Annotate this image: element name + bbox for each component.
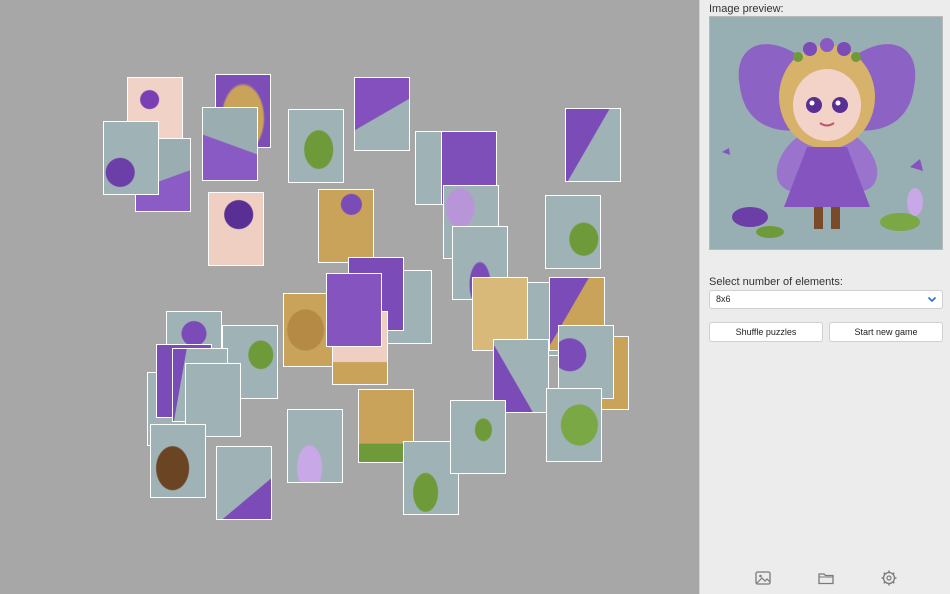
- image-icon[interactable]: [754, 569, 772, 587]
- puzzle-piece[interactable]: [450, 400, 506, 474]
- puzzle-piece[interactable]: [208, 192, 264, 266]
- elements-select[interactable]: 8x6: [709, 290, 943, 309]
- side-panel: Image preview: Select number of elements…: [699, 0, 950, 594]
- puzzle-piece[interactable]: [565, 108, 621, 182]
- gear-icon[interactable]: [880, 569, 898, 587]
- shuffle-button[interactable]: Shuffle puzzles: [709, 322, 823, 342]
- elements-label: Select number of elements:: [709, 276, 843, 288]
- chevron-down-icon: [927, 296, 937, 303]
- puzzle-piece[interactable]: [103, 121, 159, 195]
- puzzle-piece[interactable]: [318, 189, 374, 263]
- puzzle-piece[interactable]: [150, 424, 206, 498]
- preview-label: Image preview:: [709, 3, 784, 15]
- start-new-game-button[interactable]: Start new game: [829, 322, 943, 342]
- elements-select-value: 8x6: [716, 294, 731, 304]
- image-preview: [709, 16, 943, 250]
- puzzle-piece[interactable]: [202, 107, 258, 181]
- puzzle-piece[interactable]: [287, 409, 343, 483]
- puzzle-piece[interactable]: [354, 77, 410, 151]
- puzzle-board[interactable]: [0, 0, 699, 594]
- folder-icon[interactable]: [817, 569, 835, 587]
- puzzle-piece[interactable]: [326, 273, 382, 347]
- puzzle-piece[interactable]: [288, 109, 344, 183]
- puzzle-piece[interactable]: [545, 195, 601, 269]
- puzzle-piece[interactable]: [546, 388, 602, 462]
- puzzle-piece[interactable]: [216, 446, 272, 520]
